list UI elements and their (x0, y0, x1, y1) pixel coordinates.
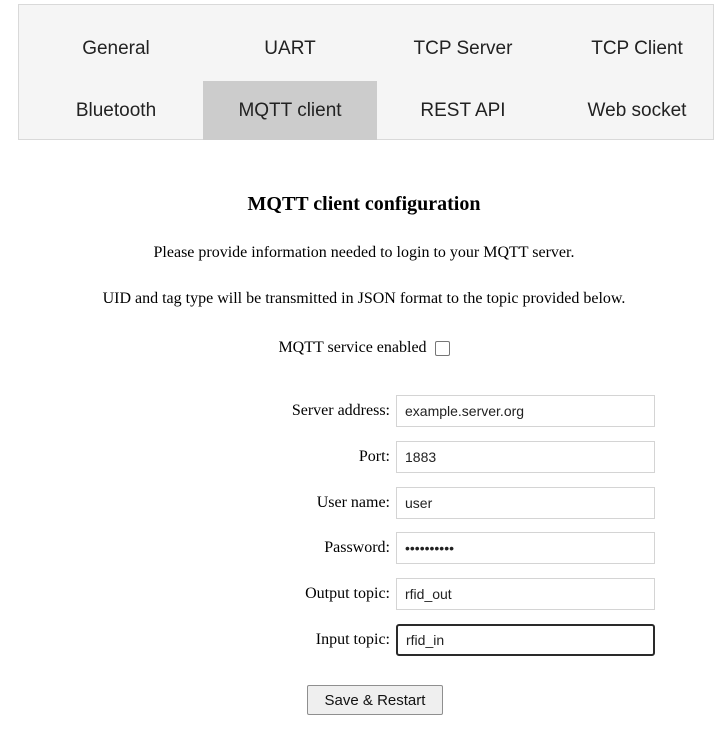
mqtt-enabled-label: MQTT service enabled (278, 339, 427, 356)
port-row: Port: (0, 441, 728, 475)
port-label: Port: (358, 448, 390, 465)
input-topic-input[interactable] (396, 624, 655, 656)
tab-tcp-client[interactable]: TCP Client (550, 19, 724, 78)
tab-bar: General UART TCP Server TCP Client Bluet… (18, 4, 714, 140)
tab-mqtt-client[interactable]: MQTT client (203, 81, 377, 140)
tab-tcp-server[interactable]: TCP Server (376, 19, 550, 78)
tab-uart[interactable]: UART (203, 19, 377, 78)
save-restart-button[interactable]: Save & Restart (307, 685, 443, 715)
user-name-row: User name: (0, 487, 728, 521)
format-note: UID and tag type will be transmitted in … (102, 290, 626, 307)
tab-general[interactable]: General (29, 19, 203, 78)
password-input[interactable] (396, 532, 655, 564)
server-address-row: Server address: (0, 395, 728, 429)
output-topic-row: Output topic: (0, 578, 728, 612)
mqtt-enabled-checkbox[interactable] (434, 340, 450, 356)
page-title: MQTT client configuration (247, 193, 481, 215)
input-topic-row: Input topic: (0, 624, 728, 658)
server-address-input[interactable] (396, 395, 655, 427)
output-topic-input[interactable] (396, 578, 655, 610)
mqtt-enabled-row: MQTT service enabled (0, 339, 728, 357)
tab-rest-api[interactable]: REST API (376, 81, 550, 140)
tab-bluetooth[interactable]: Bluetooth (29, 81, 203, 140)
user-name-label: User name: (316, 494, 390, 511)
input-topic-label: Input topic: (315, 631, 390, 648)
intro-text: Please provide information needed to log… (153, 244, 575, 261)
password-label: Password: (324, 539, 390, 556)
port-input[interactable] (396, 441, 655, 473)
tab-web-socket[interactable]: Web socket (550, 81, 724, 140)
output-topic-label: Output topic: (305, 585, 390, 602)
user-name-input[interactable] (396, 487, 655, 519)
password-row: Password: (0, 532, 728, 566)
server-address-label: Server address: (291, 402, 390, 419)
